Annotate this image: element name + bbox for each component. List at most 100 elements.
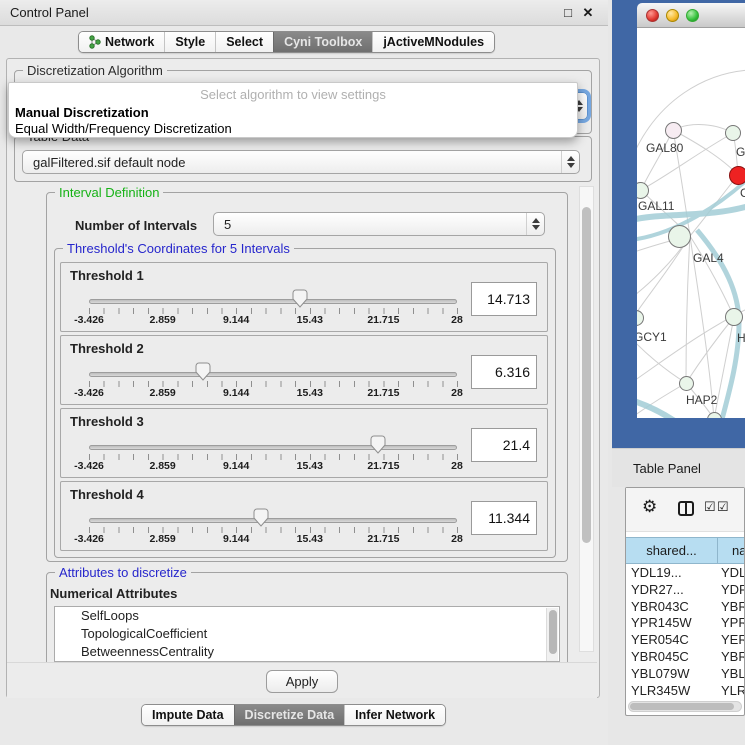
- node-label-gal80: GAL80: [646, 141, 683, 155]
- node-gal80[interactable]: [665, 122, 682, 139]
- list-scrollbar-thumb[interactable]: [549, 610, 557, 654]
- table-row[interactable]: YIL052C YIL0: [626, 699, 744, 700]
- threshold-value-input[interactable]: [471, 428, 537, 462]
- close-traffic-light-icon[interactable]: [646, 9, 659, 22]
- table-row[interactable]: YDR27... YDR2: [626, 582, 744, 599]
- network-icon: [89, 35, 101, 49]
- table-row[interactable]: YER054C YER0: [626, 632, 744, 649]
- select-visible-checkbox-icon[interactable]: ☑: [717, 499, 729, 515]
- slider-track[interactable]: [89, 372, 457, 377]
- cell-name: YER0: [718, 632, 744, 649]
- cell-shared-name: YDR27...: [626, 582, 718, 599]
- slider-scale: -3.426 2.859 9.144 15.43 21.715 28: [89, 314, 457, 327]
- slider-track[interactable]: [89, 299, 457, 304]
- table-panel-header: Table Panel: [612, 448, 745, 487]
- node-selected[interactable]: [729, 166, 745, 185]
- network-view-window: GAL80 G C GAL11 GAL4 GCY1 H HAP2: [612, 0, 745, 448]
- threshold-4-panel: Threshold 4 -3.426 2.859 9.144 15.43 21.…: [60, 481, 548, 551]
- number-of-intervals-combobox[interactable]: 5: [213, 212, 545, 236]
- control-panel-window: Control Panel □ ✕ Network Style: [0, 0, 608, 745]
- apply-button[interactable]: Apply: [266, 670, 338, 693]
- columns-icon[interactable]: [678, 501, 694, 516]
- threshold-value-input[interactable]: [471, 355, 537, 389]
- node-label-gal11: GAL11: [638, 199, 674, 213]
- node-hap2[interactable]: [679, 376, 694, 391]
- tick-label: 28: [451, 314, 463, 326]
- minimize-traffic-light-icon[interactable]: [666, 9, 679, 22]
- tab-label: Cyni Toolbox: [284, 35, 362, 49]
- settings-scrollbar[interactable]: [579, 186, 594, 652]
- settings-scrollbar-thumb[interactable]: [582, 207, 591, 543]
- column-header-name[interactable]: na: [718, 538, 744, 563]
- list-item[interactable]: BetweennessCentrality: [55, 643, 559, 661]
- dropdown-hint: Select algorithm to view settings: [9, 87, 577, 102]
- table-row[interactable]: YBR043C YBR0: [626, 599, 744, 616]
- tab-jactivemnodules[interactable]: jActiveMNodules: [372, 32, 494, 52]
- threshold-label: Threshold 1: [70, 268, 144, 283]
- slider-thumb[interactable]: [292, 289, 308, 308]
- dropdown-option-equal-width[interactable]: Equal Width/Frequency Discretization: [15, 121, 232, 136]
- tab-infer-network[interactable]: Infer Network: [344, 705, 445, 725]
- table-row[interactable]: YBR045C YBR0: [626, 649, 744, 666]
- tab-network[interactable]: Network: [79, 32, 164, 52]
- tick-label: -3.426: [74, 533, 104, 545]
- table-row[interactable]: YLR345W YLR3: [626, 683, 744, 700]
- tab-label: Style: [175, 35, 205, 49]
- node-label-gal4: GAL4: [693, 251, 724, 265]
- network-edges: [637, 28, 745, 418]
- tab-cyni-toolbox[interactable]: Cyni Toolbox: [273, 32, 372, 52]
- tab-impute-data[interactable]: Impute Data: [142, 705, 234, 725]
- node-h[interactable]: [725, 308, 743, 326]
- cell-shared-name: YIL052C: [626, 699, 718, 700]
- node-label-h: H: [737, 331, 745, 345]
- tick-label: 2.859: [149, 387, 175, 399]
- tab-style[interactable]: Style: [164, 32, 215, 52]
- node-g[interactable]: [725, 125, 741, 141]
- tick-label: 2.859: [149, 533, 175, 545]
- threshold-value-input[interactable]: [471, 501, 537, 535]
- slider-track[interactable]: [89, 518, 457, 523]
- select-all-checkbox-icon[interactable]: ☑: [704, 499, 716, 515]
- table-horizontal-scrollbar[interactable]: [628, 701, 742, 712]
- table-panel: ⚙ ☑ ☑ shared... na YDL19... YDL1 YDR27..…: [625, 487, 745, 716]
- slider-track[interactable]: [89, 445, 457, 450]
- cell-name: YLR3: [718, 683, 744, 700]
- table-header-row: shared... na: [626, 537, 744, 564]
- network-canvas[interactable]: GAL80 G C GAL11 GAL4 GCY1 H HAP2: [637, 28, 745, 418]
- threshold-value-input[interactable]: [471, 282, 537, 316]
- zoom-traffic-light-icon[interactable]: [686, 9, 699, 22]
- cell-shared-name: YBR043C: [626, 599, 718, 616]
- cell-shared-name: YBL079W: [626, 666, 718, 683]
- top-tab-bar: Network Style Select Cyni Toolbox jActiv…: [78, 31, 495, 53]
- settings-gear-icon[interactable]: ⚙: [642, 497, 657, 517]
- table-row[interactable]: YBL079W YBL0: [626, 666, 744, 683]
- table-horizontal-scrollbar-thumb[interactable]: [630, 703, 734, 710]
- numerical-attributes-list[interactable]: SelfLoops TopologicalCoefficient Between…: [54, 606, 560, 662]
- table-data-combobox[interactable]: galFiltered.sif default node: [22, 150, 580, 174]
- close-icon[interactable]: ✕: [578, 5, 598, 21]
- slider-thumb[interactable]: [370, 435, 386, 454]
- tick-label: 21.715: [367, 314, 399, 326]
- screen: Control Panel □ ✕ Network Style: [0, 0, 745, 745]
- slider-thumb[interactable]: [253, 508, 269, 527]
- float-icon[interactable]: □: [558, 5, 578, 20]
- number-of-intervals-label: Number of Intervals: [75, 218, 197, 233]
- table-row[interactable]: YDL19... YDL1: [626, 565, 744, 582]
- list-item[interactable]: TopologicalCoefficient: [55, 625, 559, 643]
- apply-strip: Apply: [7, 662, 597, 698]
- column-header-shared-name[interactable]: shared...: [626, 538, 718, 563]
- list-item[interactable]: SelfLoops: [55, 607, 559, 625]
- node-gal4[interactable]: [668, 225, 691, 248]
- tick-label: 9.144: [223, 533, 249, 545]
- cell-name: YIL0: [718, 699, 744, 700]
- tick-label: 15.43: [297, 460, 323, 472]
- table-data-value: galFiltered.sif default node: [33, 155, 561, 170]
- tab-discretize-data[interactable]: Discretize Data: [234, 705, 345, 725]
- list-scrollbar[interactable]: [546, 608, 558, 662]
- cell-name: YBR0: [718, 649, 744, 666]
- slider-thumb[interactable]: [195, 362, 211, 381]
- dropdown-option-manual[interactable]: Manual Discretization: [15, 105, 149, 120]
- tab-select[interactable]: Select: [215, 32, 273, 52]
- threshold-label: Threshold 2: [70, 341, 144, 356]
- table-row[interactable]: YPR145W YPR1: [626, 615, 744, 632]
